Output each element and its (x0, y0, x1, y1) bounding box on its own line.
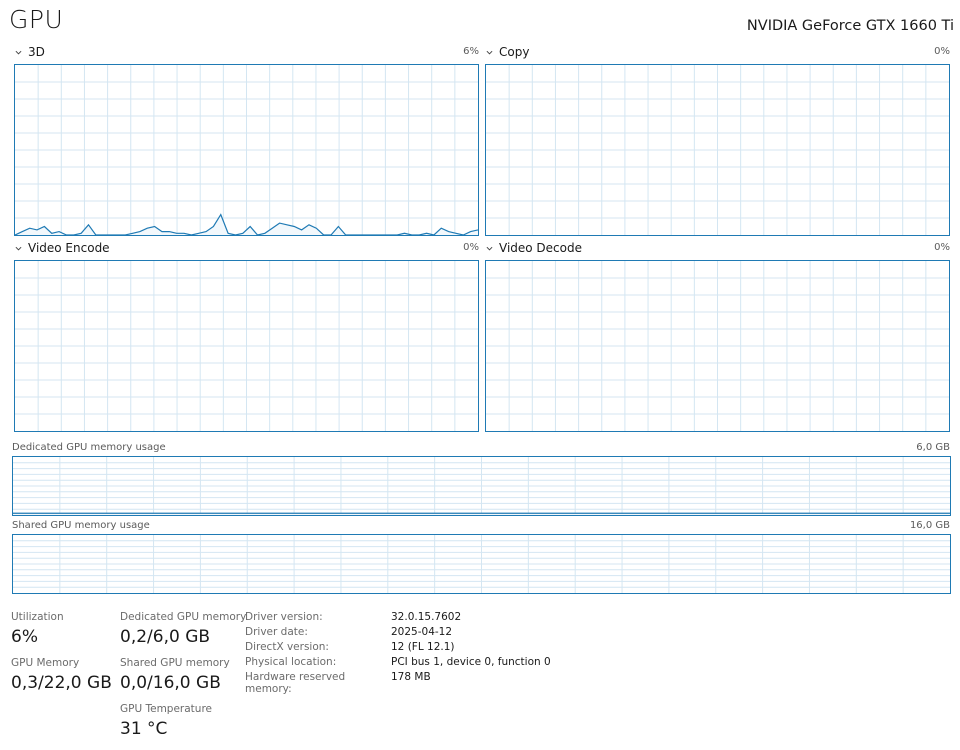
utilization-graph (15, 261, 478, 431)
engine-label: 3D (28, 45, 45, 59)
memory-usage-graph (13, 535, 950, 593)
detail-value: 32.0.15.7602 (391, 611, 462, 623)
utilization-graph (486, 261, 949, 431)
chevron-down-icon (15, 50, 22, 54)
engine-selector-video-decode[interactable]: Video Decode (486, 241, 582, 255)
gpu-memory-value: 0,3/22,0 GB (11, 673, 112, 693)
dedicated-memory-graph (12, 456, 951, 516)
utilization-graph (486, 65, 949, 235)
engine-graph-3d (14, 64, 479, 236)
engine-graph-video-encode (14, 260, 479, 432)
utilization-label: Utilization (11, 611, 64, 623)
detail-key: Driver version: (245, 611, 323, 623)
shared-memory-graph (12, 534, 951, 594)
engine-label: Copy (499, 45, 530, 59)
engine-percent: 0% (934, 46, 950, 57)
shared-memory-label: Shared GPU memory usage (12, 520, 150, 531)
gpu-memory-label: GPU Memory (11, 657, 80, 669)
engine-graph-video-decode (485, 260, 950, 432)
engine-label: Video Encode (28, 241, 110, 255)
engine-percent: 6% (463, 46, 479, 57)
detail-key: Hardware reserved memory: (245, 671, 346, 695)
memory-usage-graph (13, 457, 950, 515)
detail-key: Physical location: (245, 656, 337, 668)
engine-percent: 0% (463, 242, 479, 253)
dedicated-memory-max: 6,0 GB (916, 442, 950, 453)
dedicated-memory-label: Dedicated GPU memory usage (12, 442, 166, 453)
detail-key: DirectX version: (245, 641, 329, 653)
utilization-graph (15, 65, 478, 235)
chevron-down-icon (486, 246, 493, 250)
temperature-value: 31 °C (120, 719, 168, 739)
shared-memory-stat-value: 0,0/16,0 GB (120, 673, 221, 693)
detail-value: 2025-04-12 (391, 626, 453, 638)
device-name: NVIDIA GeForce GTX 1660 Ti (746, 18, 954, 34)
detail-value: 178 MB (391, 671, 431, 683)
utilization-value: 6% (11, 627, 38, 647)
engine-selector-video-encode[interactable]: Video Encode (15, 241, 110, 255)
dedicated-memory-stat-value: 0,2/6,0 GB (120, 627, 211, 647)
shared-memory-max: 16,0 GB (909, 520, 950, 531)
details-table: Driver version: 32.0.15.7602 Driver date… (245, 611, 551, 695)
engine-graph-copy (485, 64, 950, 236)
engine-label: Video Decode (499, 241, 582, 255)
detail-key: Driver date: (245, 626, 308, 638)
detail-value: PCI bus 1, device 0, function 0 (391, 656, 551, 668)
dedicated-memory-stat-label: Dedicated GPU memory (120, 611, 247, 623)
engine-selector-copy[interactable]: Copy (486, 45, 529, 59)
detail-value: 12 (FL 12.1) (391, 641, 455, 653)
page-title: GPU (9, 5, 64, 34)
temperature-label: GPU Temperature (120, 703, 213, 715)
shared-memory-stat-label: Shared GPU memory (120, 657, 230, 669)
chevron-down-icon (486, 50, 493, 54)
chevron-down-icon (15, 246, 22, 250)
engine-percent: 0% (934, 242, 950, 253)
engine-selector-3d[interactable]: 3D (15, 45, 45, 59)
